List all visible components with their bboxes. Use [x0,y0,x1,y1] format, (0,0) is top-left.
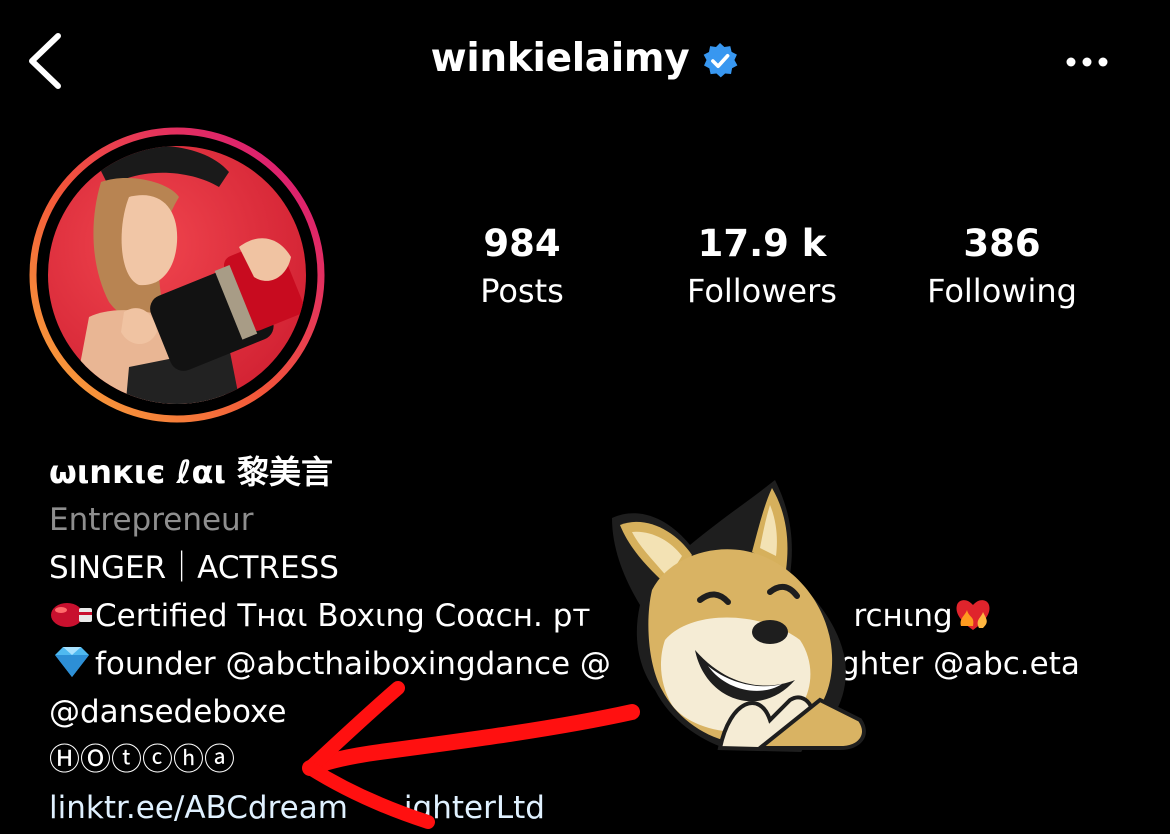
more-options-button[interactable] [1062,50,1112,74]
display-name: ωιnкιє ℓαι 黎美言 [49,453,334,491]
bio-hotcha: ⒽⓄⓣⓒⓗⓐ [49,742,235,778]
following-stat[interactable]: 386 Following [892,222,1112,316]
category-label: Entrepreneur [49,502,254,538]
bio-mention-dansedeboxe[interactable]: @dansedeboxe [49,688,1080,736]
bio-line-coach: Certified Tнαι Boxιng Coαcн. pт rcнιng [49,592,1080,640]
gem-stone-icon [55,647,89,677]
boxing-glove-icon [51,603,92,627]
posts-label: Posts [480,272,564,310]
posts-count: 984 [483,222,561,265]
bio-link[interactable]: linktr.ee/ABCdream ighterLtd [49,784,1080,832]
bio-coach-text: Certified Tнαι Boxιng Coαcн. pт [95,598,591,634]
followers-count: 17.9 k [697,222,827,265]
bio-line-founder: founder @abcthaiboxingdance @ ghter @abc.… [49,640,1080,688]
profile-bio: ωιnкιє ℓαι 黎美言 Entrepreneur SINGER｜ACTRE… [49,448,1080,832]
posts-stat[interactable]: 984 Posts [412,222,632,316]
avatar-image [29,127,325,423]
bio-coach-tail: rcнιng [853,598,953,634]
followers-label: Followers [687,272,837,310]
bio-founder-tail[interactable]: ghter @abc.eta [840,646,1080,682]
followers-stat[interactable]: 17.9 k Followers [652,222,872,316]
bio-founder-text[interactable]: founder @abcthaiboxingdance @ [95,646,611,682]
profile-page: winkielaimy 984 Posts 17.9 k Followers 3… [0,0,1170,834]
following-count: 386 [963,222,1041,265]
following-label: Following [927,272,1077,310]
profile-header: winkielaimy [0,36,1170,81]
profile-avatar[interactable] [29,127,325,423]
more-horizontal-icon [1066,57,1108,67]
verified-badge-icon [704,42,738,77]
bio-link-text[interactable]: linktr.ee/ABCdream [49,790,348,826]
bio-link-tail[interactable]: ighterLtd [404,790,545,826]
username-title: winkielaimy [430,36,690,81]
bio-line-roles: SINGER｜ACTRESS [49,550,339,586]
heart-on-fire-icon [956,600,990,630]
